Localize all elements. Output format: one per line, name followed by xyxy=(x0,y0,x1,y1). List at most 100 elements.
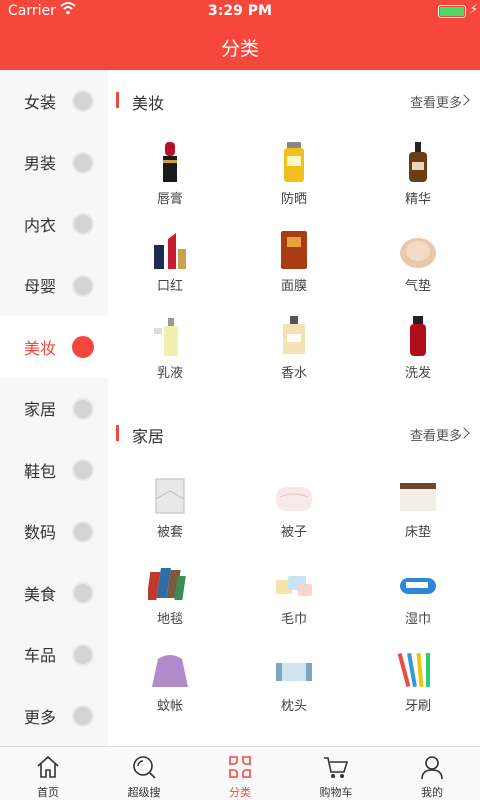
product-image xyxy=(396,140,440,184)
food-icon xyxy=(72,582,94,604)
product-label: 口红 xyxy=(156,279,183,294)
home-icon xyxy=(34,753,62,781)
product-label: 精华 xyxy=(404,192,431,207)
charging-icon: ⚡ xyxy=(469,2,478,16)
more-icon xyxy=(72,705,94,727)
category-icon xyxy=(226,753,254,781)
product-grid: 被套 被子 床垫地毯 毛巾 湿巾蚊帐 枕头 牙刷 xyxy=(108,463,480,736)
category-content[interactable]: 美妆 查看更多 唇膏 防晒 精华 口红 面膜 气垫 乳液 香水 洗发 家居 查看更多 被套 被子 床垫 地毯 毛巾… xyxy=(108,70,480,746)
product-image xyxy=(272,314,316,358)
product-image xyxy=(396,647,440,691)
clock: 3:29 PM xyxy=(208,3,272,19)
sidebar-item-label: 鞋包 xyxy=(24,461,57,481)
section-title: 家居 xyxy=(132,427,165,446)
product-item[interactable]: 湿巾 xyxy=(356,550,480,637)
camera-icon xyxy=(72,520,94,543)
header: Carrier 3:29 PM ⚡ 分类 xyxy=(0,0,480,70)
see-more-link[interactable]: 查看更多 xyxy=(410,425,462,444)
section-header: 美妆 查看更多 xyxy=(108,70,480,130)
tab-label: 我的 xyxy=(421,786,443,799)
battery-icon xyxy=(438,5,466,18)
dress-icon xyxy=(72,90,94,112)
tab-label: 超级搜 xyxy=(127,786,161,799)
sidebar-item[interactable]: 车品 xyxy=(0,624,108,686)
product-item[interactable]: 精华 xyxy=(356,130,480,217)
section-accent-bar xyxy=(116,92,119,108)
product-item[interactable]: 毛巾 xyxy=(232,550,356,637)
tab-label: 首页 xyxy=(37,786,59,799)
product-label: 牙刷 xyxy=(404,699,431,714)
see-more-link[interactable]: 查看更多 xyxy=(410,92,462,111)
product-item[interactable]: 被套 xyxy=(108,463,232,550)
sidebar-item[interactable]: 更多 xyxy=(0,685,108,747)
product-item[interactable]: 床垫 xyxy=(356,463,480,550)
product-item[interactable]: 面膜 xyxy=(232,217,356,304)
tab-item[interactable]: 分类 xyxy=(192,747,288,800)
sidebar-item-label: 家居 xyxy=(24,400,57,420)
category-sidebar: 女装 男装 内衣母婴美妆家居鞋包数码美食车品更多 xyxy=(0,70,108,746)
sidebar-item[interactable]: 母婴 xyxy=(0,255,108,317)
product-item[interactable]: 地毯 xyxy=(108,550,232,637)
sidebar-item-label: 美妆 xyxy=(24,338,57,358)
sofa-icon xyxy=(72,397,94,420)
tab-label: 购物车 xyxy=(319,786,353,799)
search-icon xyxy=(130,753,158,781)
product-item[interactable]: 蚊帐 xyxy=(108,637,232,724)
sidebar-item-label: 母婴 xyxy=(24,277,57,297)
sidebar-item-label: 车品 xyxy=(24,646,57,666)
cosmetics-icon xyxy=(72,336,94,358)
product-item[interactable]: 乳液 xyxy=(108,304,232,391)
product-item[interactable]: 气垫 xyxy=(356,217,480,304)
product-item[interactable]: 牙刷 xyxy=(356,637,480,724)
sidebar-item[interactable]: 内衣 xyxy=(0,193,108,255)
section-header: 家居 查看更多 xyxy=(108,403,480,463)
shirt-icon xyxy=(72,151,94,174)
product-item[interactable]: 口红 xyxy=(108,217,232,304)
status-bar: Carrier 3:29 PM ⚡ xyxy=(0,0,480,22)
product-item[interactable]: 枕头 xyxy=(232,637,356,724)
product-item[interactable]: 香水 xyxy=(232,304,356,391)
product-label: 被套 xyxy=(156,525,183,540)
product-label: 面膜 xyxy=(280,279,307,294)
sidebar-item[interactable]: 家居 xyxy=(0,378,108,440)
product-item[interactable]: 洗发 xyxy=(356,304,480,391)
product-item[interactable]: 唇膏 xyxy=(108,130,232,217)
product-item[interactable]: 防晒 xyxy=(232,130,356,217)
product-image xyxy=(396,227,440,271)
product-image xyxy=(148,314,192,358)
product-grid: 唇膏 防晒 精华口红 面膜 气垫乳液 香水 洗发 xyxy=(108,130,480,403)
tab-label: 分类 xyxy=(229,786,251,799)
sidebar-item[interactable]: 女装 xyxy=(0,70,108,132)
sidebar-item[interactable]: 男装 xyxy=(0,132,108,194)
product-image xyxy=(272,647,316,691)
sidebar-item-label: 美食 xyxy=(24,584,57,604)
product-label: 床垫 xyxy=(404,525,431,540)
tab-item[interactable]: 购物车 xyxy=(288,747,384,800)
section-accent-bar xyxy=(116,425,119,441)
product-image xyxy=(148,140,192,184)
tab-item[interactable]: 超级搜 xyxy=(96,747,192,800)
sidebar-item[interactable]: 鞋包 xyxy=(0,439,108,501)
sidebar-item[interactable]: 美妆 xyxy=(0,316,108,378)
product-label: 毛巾 xyxy=(280,612,307,627)
product-label: 唇膏 xyxy=(156,192,183,207)
tab-item[interactable]: 我的 xyxy=(384,747,480,800)
product-label: 地毯 xyxy=(156,612,183,627)
product-label: 香水 xyxy=(280,366,307,381)
page-title: 分类 xyxy=(220,38,259,60)
product-image xyxy=(272,473,316,517)
product-item[interactable]: 被子 xyxy=(232,463,356,550)
shoe-icon xyxy=(72,459,94,481)
product-image xyxy=(396,560,440,604)
sidebar-item[interactable]: 美食 xyxy=(0,562,108,624)
tab-item[interactable]: 首页 xyxy=(0,747,96,800)
sidebar-item[interactable]: 数码 xyxy=(0,501,108,563)
product-image xyxy=(148,560,192,604)
section-title: 美妆 xyxy=(132,94,165,113)
product-image xyxy=(272,227,316,271)
cart-icon xyxy=(322,753,350,781)
product-image xyxy=(148,647,192,691)
product-image xyxy=(148,227,192,271)
product-image xyxy=(272,140,316,184)
product-label: 湿巾 xyxy=(404,612,431,627)
